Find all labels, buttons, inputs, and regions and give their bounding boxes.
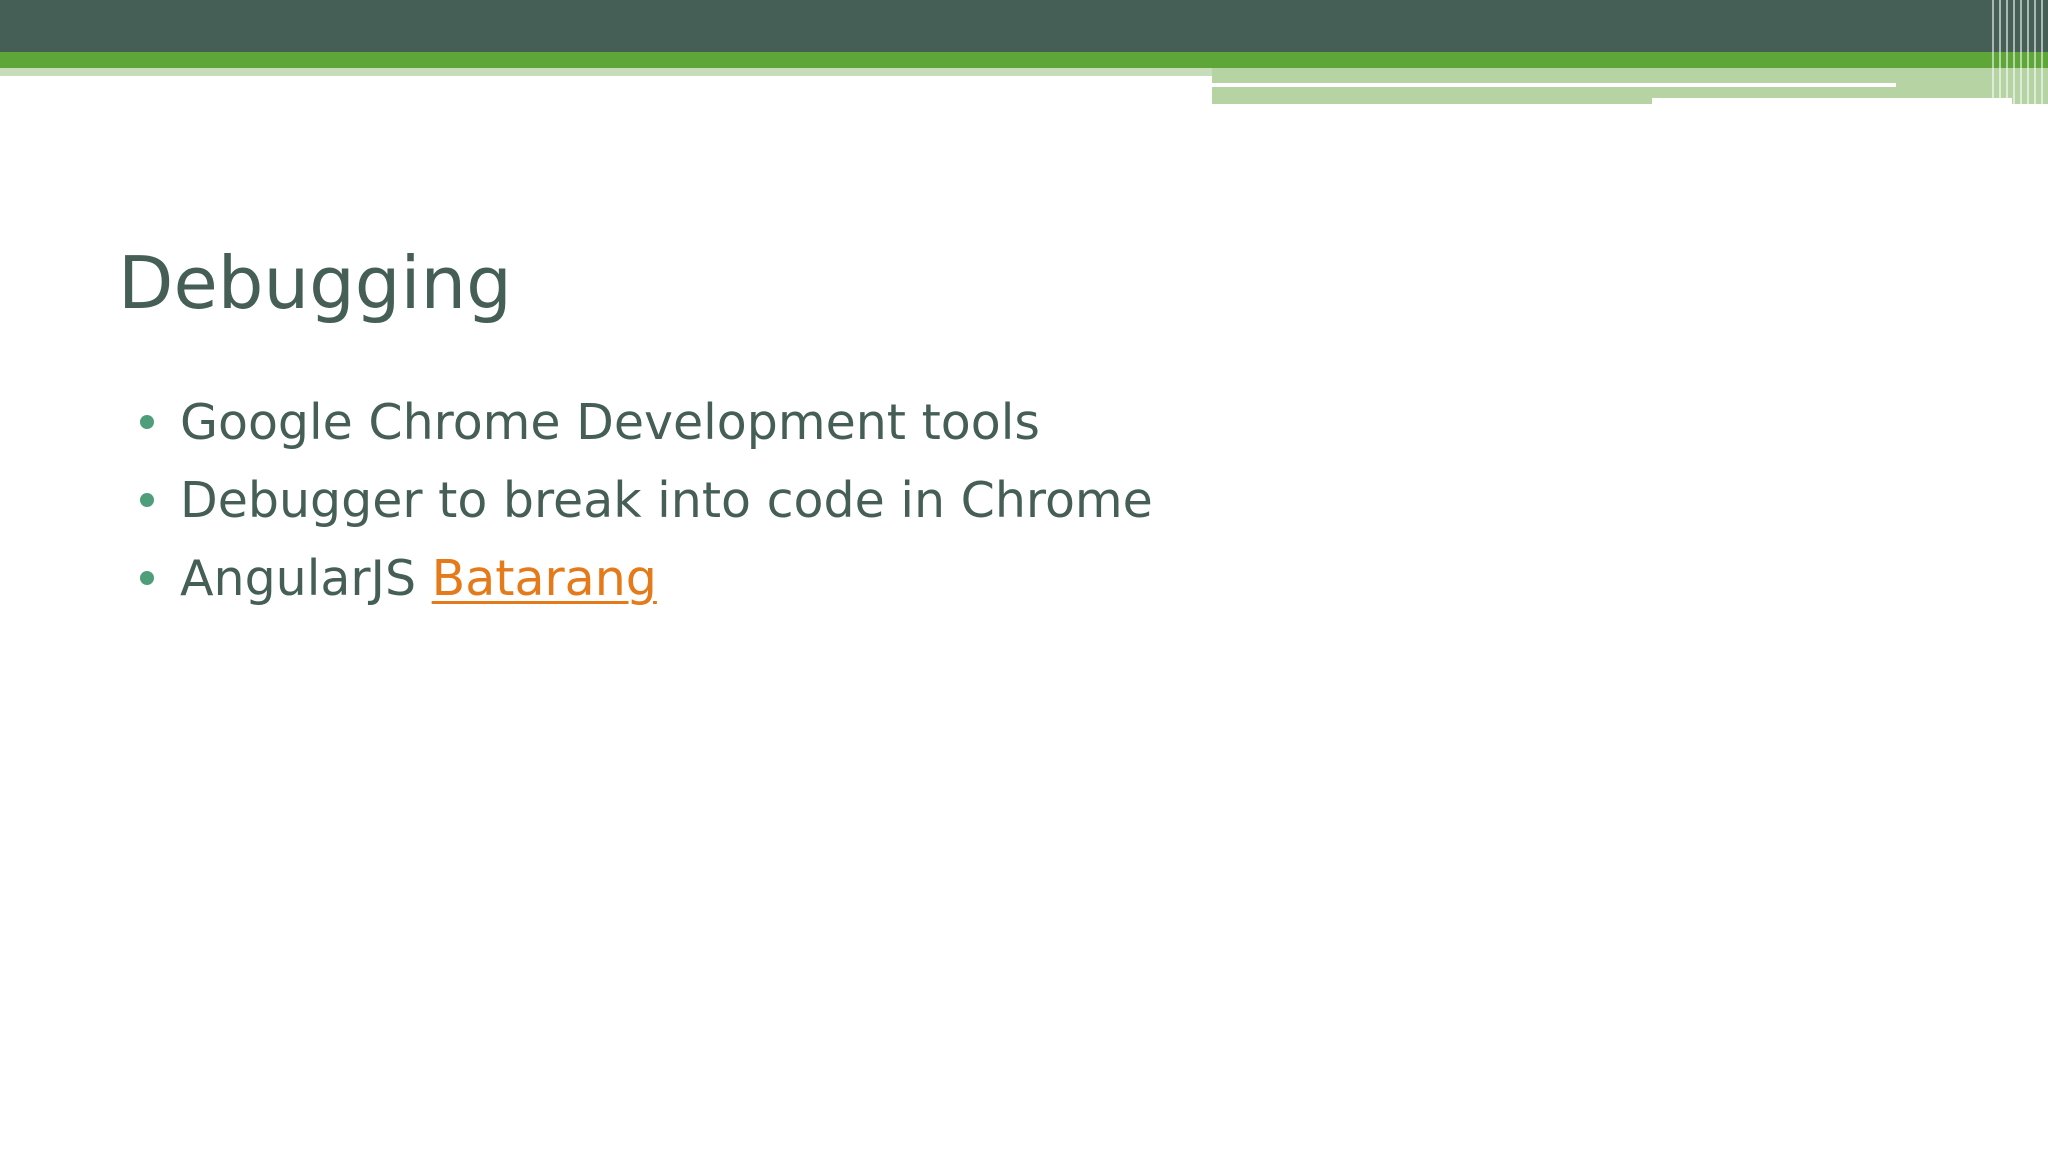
header-divider-right <box>1652 98 2012 106</box>
bullet-dot-icon <box>140 415 154 429</box>
bullet-list: Google Chrome Development tools Debugger… <box>136 383 1153 617</box>
bullet-item: AngularJS Batarang <box>136 539 1153 617</box>
header-divider-line <box>1212 83 1896 87</box>
bullet-spacer <box>416 550 432 607</box>
bullet-dot-icon <box>140 571 154 585</box>
bullet-item: Google Chrome Development tools <box>136 383 1153 461</box>
bullet-text: AngularJS <box>180 549 417 607</box>
bullet-dot-icon <box>140 493 154 507</box>
bullet-item: Debugger to break into code in Chrome <box>136 461 1153 539</box>
slide: Debugging Google Chrome Development tool… <box>0 0 2048 1152</box>
header-band-dark <box>0 0 2048 52</box>
slide-title: Debugging <box>118 241 512 325</box>
bullet-text: Google Chrome Development tools <box>180 393 1040 451</box>
header-band-green <box>0 52 2048 68</box>
batarang-link[interactable]: Batarang <box>432 550 657 607</box>
bullet-text: Debugger to break into code in Chrome <box>180 471 1153 529</box>
header-stripes <box>1992 0 2048 104</box>
header-band-light-left <box>0 68 1212 76</box>
